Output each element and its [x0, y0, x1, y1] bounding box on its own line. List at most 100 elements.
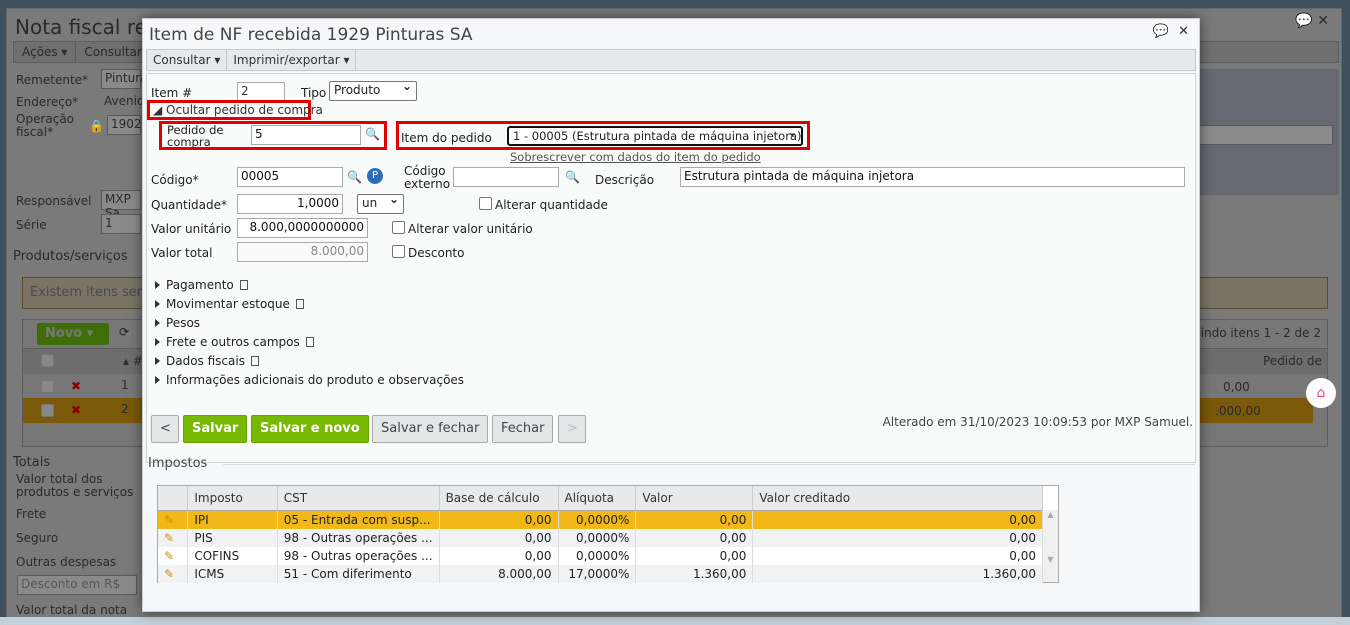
outras-despesas-label: Outras despesas — [16, 555, 117, 569]
tax-row[interactable]: ✎ ICMS 51 - Com diferimento 8.000,00 17,… — [158, 564, 1043, 583]
altered-info: Alterado em 31/10/2023 10:09:53 por MXP … — [882, 415, 1193, 429]
codigo-externo-label: Código externo — [404, 164, 451, 191]
search-icon[interactable]: 🔍 — [365, 127, 380, 141]
sobrescrever-link[interactable]: Sobrescrever com dados do item do pedido — [510, 150, 761, 164]
remetente-input[interactable]: Pintura — [101, 69, 148, 89]
next-button[interactable]: > — [558, 415, 586, 443]
serie-label: Série — [16, 218, 47, 232]
section-movimentar-estoque[interactable]: Movimentar estoque — [155, 297, 304, 311]
tax-imposto: PIS — [187, 528, 278, 547]
codigo-externo-input[interactable] — [453, 167, 559, 187]
section-dados-fiscais[interactable]: Dados fiscais — [155, 354, 259, 368]
pedido-compra-label: Pedido de compra — [167, 123, 224, 149]
search-icon[interactable]: 🔍 — [565, 170, 580, 184]
tax-base: 0,00 — [439, 546, 559, 565]
tax-valor: 0,00 — [635, 546, 754, 565]
alterar-valor-unitario-checkbox[interactable] — [392, 221, 405, 234]
edit-icon[interactable]: ✎ — [158, 546, 189, 565]
responsavel-input[interactable]: MXP Sa — [101, 190, 141, 220]
row-num: 2 — [121, 402, 129, 416]
item-number-input[interactable]: 2 — [237, 82, 285, 102]
comment-icon[interactable]: 💬 — [1153, 24, 1169, 39]
consultar-menu[interactable]: Consultar ▾ — [147, 50, 228, 70]
tax-imposto: IPI — [187, 510, 278, 529]
tax-imposto: ICMS — [187, 564, 278, 583]
edit-icon[interactable]: ✎ — [158, 510, 189, 529]
row-checkbox[interactable] — [41, 404, 54, 417]
help-icon[interactable]: P — [367, 168, 383, 184]
serie-input[interactable]: 1 — [101, 214, 141, 234]
assistant-widget-icon[interactable]: ⌂ — [1306, 378, 1336, 408]
item-form: Item # 2 Tipo Produto ◢ Ocultar pedido d… — [146, 73, 1196, 463]
section-informacoes-adicionais[interactable]: Informações adicionais do produto e obse… — [155, 373, 464, 387]
valor-unitario-input[interactable]: 8.000,0000000000 — [237, 218, 368, 238]
section-pagamento[interactable]: Pagamento — [155, 278, 248, 292]
col-aliquota[interactable]: Alíquota — [558, 486, 637, 511]
refresh-icon[interactable]: ⟳ — [119, 325, 129, 339]
impostos-heading: Impostos — [148, 456, 208, 471]
delete-icon[interactable]: ✖ — [71, 379, 81, 393]
tax-row[interactable]: ✎ COFINS 98 - Outras operações ... 0,00 … — [158, 546, 1043, 565]
delete-icon[interactable]: ✖ — [71, 403, 81, 417]
section-label: Movimentar estoque — [166, 297, 290, 311]
descricao-input[interactable]: Estrutura pintada de máquina injetora — [680, 167, 1185, 187]
pedido-compra-input[interactable]: 5 — [251, 125, 361, 145]
responsavel-label: Responsável — [16, 194, 92, 208]
col-valor[interactable]: Valor — [635, 486, 754, 511]
tax-valor: 1.360,00 — [635, 564, 754, 583]
scrollbar[interactable]: ▲ ▼ — [1042, 510, 1058, 582]
codigo-label: Código* — [151, 173, 199, 187]
novo-label: Novo — [45, 326, 83, 341]
section-frete[interactable]: Frete e outros campos — [155, 335, 314, 349]
previous-button[interactable]: < — [151, 415, 179, 443]
col-imposto[interactable]: Imposto — [187, 486, 278, 511]
col-valor-creditado[interactable]: Valor creditado — [752, 486, 1043, 511]
frete-label: Frete — [16, 507, 47, 521]
codigo-input[interactable]: 00005 — [237, 167, 343, 187]
section-pesos[interactable]: Pesos — [155, 316, 200, 330]
salvar-e-fechar-button[interactable]: Salvar e fechar — [372, 415, 489, 443]
acoes-menu[interactable]: Ações ▾ — [14, 42, 77, 62]
row-checkbox[interactable] — [41, 380, 54, 393]
seguro-label: Seguro — [16, 531, 59, 545]
tax-row[interactable]: ✎ IPI 05 - Entrada com susp... 0,00 0,00… — [158, 510, 1043, 529]
valor-total-label: Valor total — [151, 246, 213, 260]
col-base[interactable]: Base de cálculo — [439, 486, 559, 511]
fechar-button[interactable]: Fechar — [492, 415, 554, 443]
col-hash: ▴ # — [123, 354, 143, 368]
salvar-e-novo-button[interactable]: Salvar e novo — [251, 415, 369, 443]
alterar-quantidade-checkbox[interactable] — [479, 197, 492, 210]
acoes-label: Ações — [22, 45, 58, 59]
desconto-checkbox[interactable] — [392, 245, 405, 258]
salvar-button[interactable]: Salvar — [183, 415, 248, 443]
item-nf-dialog: Item de NF recebida 1929 Pinturas SA 💬 ✕… — [142, 18, 1200, 612]
close-icon[interactable]: ✕ — [1178, 24, 1189, 39]
dialog-toolbar: Consultar ▾ Imprimir/exportar ▾ — [146, 49, 1196, 71]
imprimir-exportar-menu[interactable]: Imprimir/exportar ▾ — [227, 50, 357, 70]
tax-cst: 98 - Outras operações ... — [277, 546, 440, 565]
row-num: 1 — [121, 378, 129, 392]
operacao-input[interactable]: 1902 — [107, 115, 142, 135]
desconto-select[interactable]: Desconto em R$ — [17, 575, 137, 595]
endereco-value: Avenid — [104, 94, 145, 108]
unidade-select[interactable]: un — [357, 192, 404, 214]
item-pedido-select[interactable]: 1 - 00005 (Estrutura pintada de máquina … — [507, 126, 803, 146]
total-produtos-label: Valor total dos produtos e serviços — [16, 472, 134, 499]
quantidade-input[interactable]: 1,0000 — [237, 194, 343, 214]
alterar-quantidade-label: Alterar quantidade — [495, 198, 608, 212]
select-all-checkbox[interactable] — [41, 354, 54, 367]
ocultar-pedido-toggle[interactable]: ◢ Ocultar pedido de compra — [153, 103, 323, 117]
notes-icon — [305, 337, 314, 347]
warning-text: Existem itens sem — [30, 285, 150, 300]
valor-total-nota-label: Valor total da nota — [16, 603, 128, 617]
alterar-valor-unitario-label: Alterar valor unitário — [408, 222, 533, 236]
tax-row[interactable]: ✎ PIS 98 - Outras operações ... 0,00 0,0… — [158, 528, 1043, 547]
col-cst[interactable]: CST — [277, 486, 440, 511]
novo-button[interactable]: Novo ▾ — [37, 323, 109, 345]
desconto-select-value: Desconto em R$ — [21, 577, 121, 591]
search-icon[interactable]: 🔍 — [347, 170, 362, 184]
close-icon[interactable]: 💬 ✕ — [1295, 13, 1329, 29]
tipo-select[interactable]: Produto — [329, 79, 417, 101]
edit-icon[interactable]: ✎ — [158, 564, 189, 583]
edit-icon[interactable]: ✎ — [158, 528, 189, 547]
